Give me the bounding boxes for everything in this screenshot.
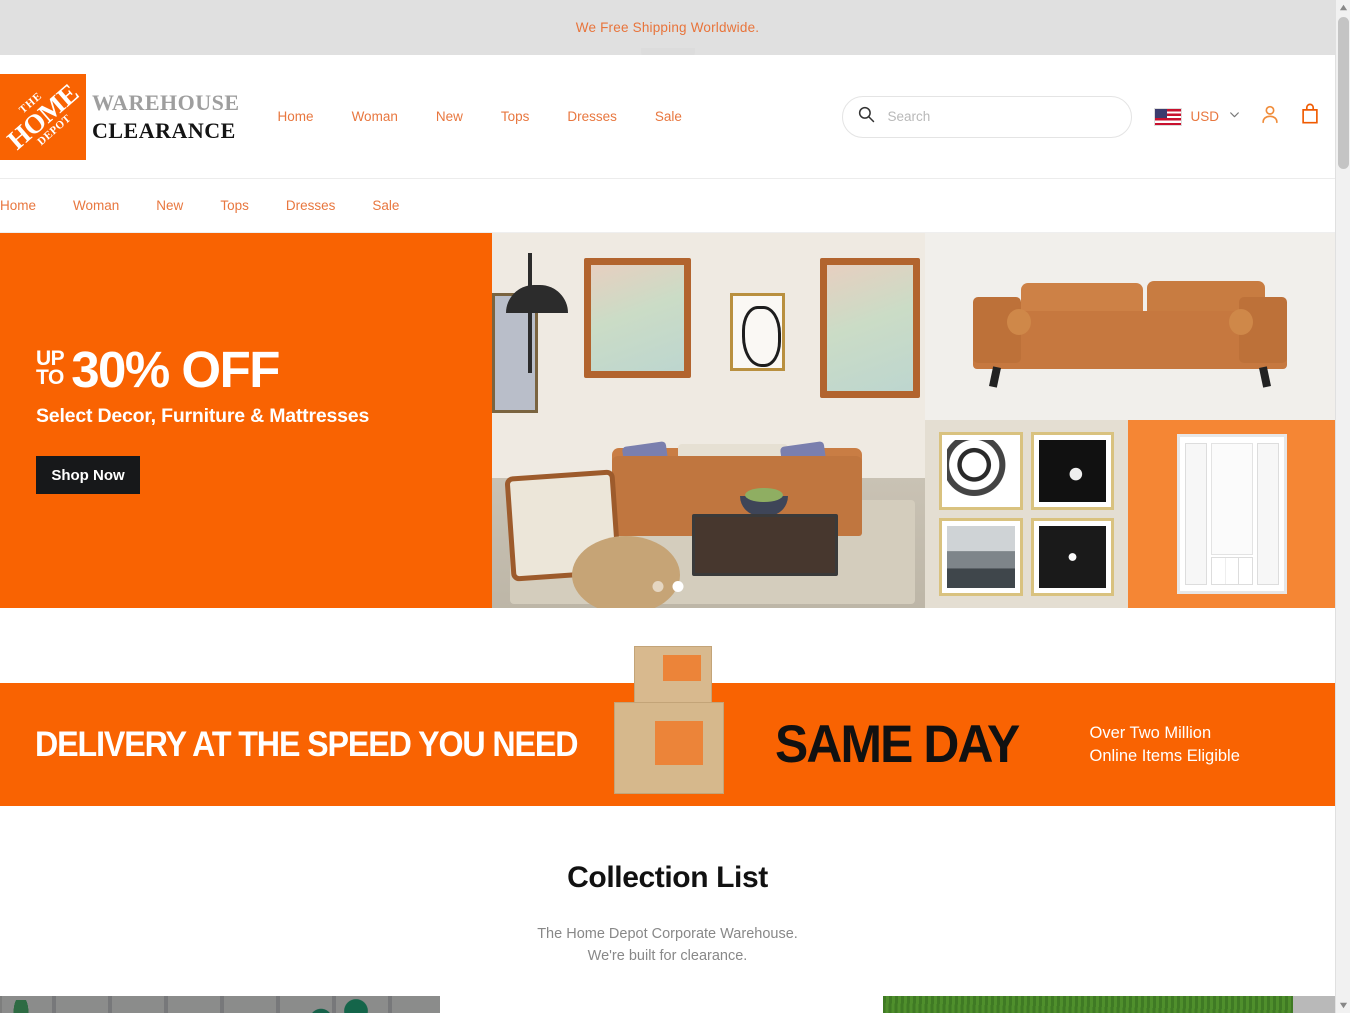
us-flag-icon xyxy=(1154,107,1183,126)
subnav-item-new[interactable]: New xyxy=(156,198,183,213)
nav-item-sale[interactable]: Sale xyxy=(655,109,682,124)
brand-word-clearance: CLEARANCE xyxy=(92,117,236,143)
brand-logo[interactable]: THE HOME DEPOT WAREHOUSE CLEARANCE xyxy=(0,73,240,160)
subnav-item-tops[interactable]: Tops xyxy=(220,198,249,213)
hero-discount: 30% OFF xyxy=(71,340,280,398)
shopping-bag-icon xyxy=(1299,103,1321,130)
nav-item-woman[interactable]: Woman xyxy=(352,109,398,124)
collection-subtitle: The Home Depot Corporate Warehouse. We'r… xyxy=(0,923,1335,968)
currency-selector[interactable]: USD xyxy=(1154,107,1241,126)
delivery-banner[interactable]: DELIVERY AT THE SPEED YOU NEED SAME DAY … xyxy=(0,646,1335,806)
delivery-sameday-text: SAME DAY xyxy=(774,715,1020,774)
carousel-pagination xyxy=(652,581,683,592)
subnav-item-home[interactable]: Home xyxy=(0,198,36,213)
announcement-text: We Free Shipping Worldwide. xyxy=(575,20,760,35)
home-depot-logo-icon: THE HOME DEPOT xyxy=(0,73,86,160)
hero-storage-cabinet-image xyxy=(1128,420,1335,608)
nav-item-home[interactable]: Home xyxy=(278,109,314,124)
delivery-headline: DELIVERY AT THE SPEED YOU NEED xyxy=(35,724,579,764)
user-icon xyxy=(1259,103,1281,130)
hero-livingroom-image xyxy=(492,233,925,608)
header-actions: USD xyxy=(842,95,1321,138)
nav-item-tops[interactable]: Tops xyxy=(501,109,530,124)
hero-upto-label: UP TO xyxy=(36,346,65,390)
hero-carousel[interactable]: UP TO 30% OFF Select Decor, Furniture & … xyxy=(0,233,1335,608)
search-box[interactable] xyxy=(842,95,1133,138)
scrollbar-thumb[interactable] xyxy=(1338,17,1349,169)
nav-item-dresses[interactable]: Dresses xyxy=(567,109,617,124)
browser-viewport: We Free Shipping Worldwide. THE HOME DEP… xyxy=(0,0,1350,1013)
subnav-item-dresses[interactable]: Dresses xyxy=(286,198,336,213)
search-input[interactable] xyxy=(887,109,1118,124)
delivery-note-line1: Over Two Million xyxy=(1089,723,1212,742)
hero-sofa-image xyxy=(925,233,1335,420)
hero-wall-art-image xyxy=(925,420,1128,608)
collection-card-gap xyxy=(440,995,883,1013)
collection-subtitle-line2: We're built for clearance. xyxy=(587,948,748,965)
page-content: We Free Shipping Worldwide. THE HOME DEP… xyxy=(0,0,1335,1013)
collection-cards xyxy=(0,995,1335,1013)
subnav-item-sale[interactable]: Sale xyxy=(372,198,399,213)
collection-title: Collection List xyxy=(567,861,768,894)
subnav-item-woman[interactable]: Woman xyxy=(73,198,119,213)
primary-navigation: Home Woman New Tops Dresses Sale xyxy=(278,109,682,124)
carousel-dot-1[interactable] xyxy=(652,581,663,592)
scroll-up-arrow-icon[interactable] xyxy=(1336,0,1350,15)
hero-headline: UP TO 30% OFF xyxy=(36,340,492,398)
delivery-note: Over Two Million Online Items Eligible xyxy=(1089,722,1239,768)
secondary-navigation: Home Woman New Tops Dresses Sale xyxy=(0,179,1335,233)
announcement-bar: We Free Shipping Worldwide. xyxy=(0,0,1335,62)
collection-subtitle-line1: The Home Depot Corporate Warehouse. xyxy=(537,926,798,942)
delivery-note-line2: Online Items Eligible xyxy=(1089,746,1240,765)
hero-subtitle: Select Decor, Furniture & Mattresses xyxy=(36,405,370,428)
page-scrollbar[interactable] xyxy=(1335,0,1350,1013)
collection-card-fence[interactable] xyxy=(0,995,440,1013)
hero-promo-panel: UP TO 30% OFF Select Decor, Furniture & … xyxy=(0,233,492,608)
search-icon xyxy=(857,105,875,128)
shop-now-button[interactable]: Shop Now xyxy=(36,456,140,495)
site-header: THE HOME DEPOT WAREHOUSE CLEARANCE Home … xyxy=(0,55,1335,179)
carousel-dot-2[interactable] xyxy=(672,581,683,592)
account-button[interactable] xyxy=(1259,103,1281,130)
nav-item-new[interactable]: New xyxy=(436,109,463,124)
cardboard-boxes-icon xyxy=(608,646,728,798)
cart-button[interactable] xyxy=(1299,103,1321,130)
collection-card-lawn[interactable] xyxy=(883,995,1335,1013)
currency-label: USD xyxy=(1190,109,1219,124)
hero-product-collage xyxy=(925,233,1335,608)
chevron-down-icon xyxy=(1228,108,1241,126)
brand-word-warehouse: WAREHOUSE xyxy=(92,90,240,115)
brand-wordmark: WAREHOUSE CLEARANCE xyxy=(92,89,240,144)
collection-list-section: Collection List The Home Depot Corporate… xyxy=(0,806,1335,1013)
scroll-down-arrow-icon[interactable] xyxy=(1336,998,1350,1013)
